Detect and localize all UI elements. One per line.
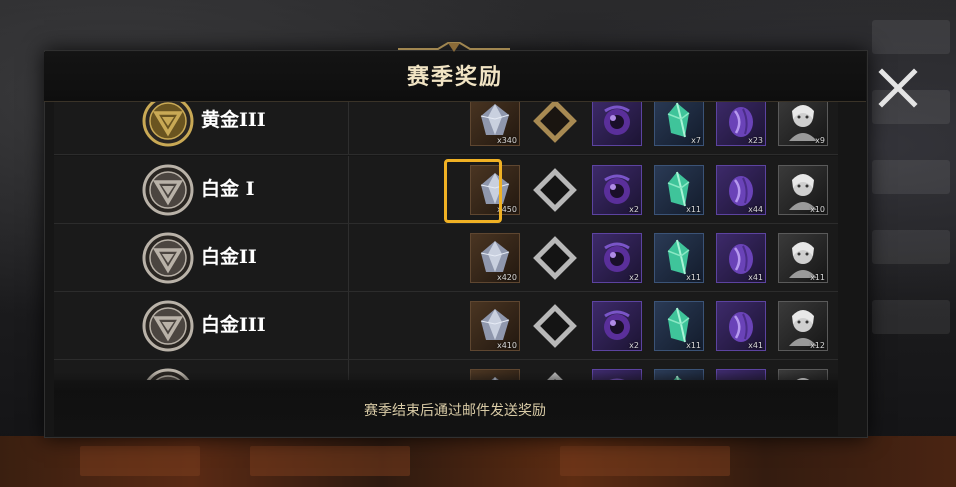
reward-count: x2: [629, 273, 639, 282]
reward-count: x2: [629, 341, 639, 350]
reward-count: x9: [815, 136, 825, 145]
rank-label: 白金III: [201, 314, 266, 336]
background-bottom-bar: [0, 436, 956, 487]
reward-count: x41: [748, 341, 763, 350]
reward-count: x12: [810, 341, 825, 350]
reward-item-slot[interactable]: x12: [778, 301, 828, 351]
reward-count: x41: [748, 273, 763, 282]
reward-item-slot[interactable]: [530, 165, 580, 215]
reward-item-slot[interactable]: x41: [716, 301, 766, 351]
reward-item-slot[interactable]: x11: [778, 233, 828, 283]
reward-item-slot[interactable]: x11: [654, 301, 704, 351]
reward-item-slot[interactable]: x2: [592, 301, 642, 351]
reward-count: x340: [496, 136, 517, 145]
rank-label: 白金 I: [201, 178, 255, 200]
rank-row: 白金II x420 x2 x11 x41 x11: [54, 224, 838, 292]
reward-item-slot[interactable]: [530, 102, 580, 146]
reward-item-slot[interactable]: x41: [716, 233, 766, 283]
reward-item-slot[interactable]: x10: [778, 165, 828, 215]
column-divider: [348, 224, 349, 291]
reward-item-slot[interactable]: x9: [778, 102, 828, 146]
reward-item-slot[interactable]: x11: [654, 165, 704, 215]
reward-count: x410: [496, 341, 517, 350]
reward-item-slot[interactable]: x2: [592, 165, 642, 215]
reward-item-slot[interactable]: x340: [470, 102, 520, 146]
column-divider: [348, 292, 349, 359]
reward-count: x44: [748, 205, 763, 214]
gold-rank-emblem-icon: [142, 102, 194, 147]
reward-item-slot[interactable]: [592, 102, 642, 146]
rank-row: 白金III x410 x2 x11 x41 x12: [54, 292, 838, 360]
reward-count: x11: [686, 273, 701, 282]
close-button[interactable]: [876, 66, 920, 110]
rank-label: 白金II: [201, 246, 257, 268]
close-icon[interactable]: [876, 66, 920, 110]
platinum-rank-emblem-icon: [142, 300, 194, 352]
footer-note: 赛季结束后通过邮件发送奖励: [364, 403, 546, 419]
reward-item-slot[interactable]: x11: [654, 233, 704, 283]
dialog-title: 赛季奖励: [44, 52, 866, 102]
reward-count: x11: [686, 205, 701, 214]
rank-row: 黄金III x340 x7 x23 x9: [54, 102, 838, 155]
reward-count: x11: [686, 341, 701, 350]
reward-count: x10: [810, 205, 825, 214]
platinum-rank-emblem-icon: [142, 232, 194, 284]
reward-item-slot[interactable]: x44: [716, 165, 766, 215]
reward-count: x420: [496, 273, 517, 282]
reward-item-slot[interactable]: x7: [654, 102, 704, 146]
platinum-rank-emblem-icon: [142, 164, 194, 216]
reward-count: x11: [810, 273, 825, 282]
reward-item-slot[interactable]: [530, 233, 580, 283]
rank-reward-list[interactable]: 黄金III x340 x7 x23 x9 白金 Ix450 x2 x11 x44 x10 白金I…: [54, 102, 838, 380]
reward-item-slot[interactable]: x2: [592, 233, 642, 283]
reward-item-slot[interactable]: x23: [716, 102, 766, 146]
reward-item-slot[interactable]: [530, 301, 580, 351]
rank-label: 黄金III: [201, 109, 266, 131]
reward-item-slot[interactable]: x410: [470, 301, 520, 351]
selected-item-highlight: [444, 159, 502, 223]
column-divider: [348, 156, 349, 223]
column-divider: [348, 102, 349, 154]
reward-count: x23: [748, 136, 763, 145]
rank-row: 白金 Ix450 x2 x11 x44 x10: [54, 156, 838, 224]
reward-count: x7: [691, 136, 701, 145]
reward-count: x2: [629, 205, 639, 214]
reward-item-slot[interactable]: x420: [470, 233, 520, 283]
